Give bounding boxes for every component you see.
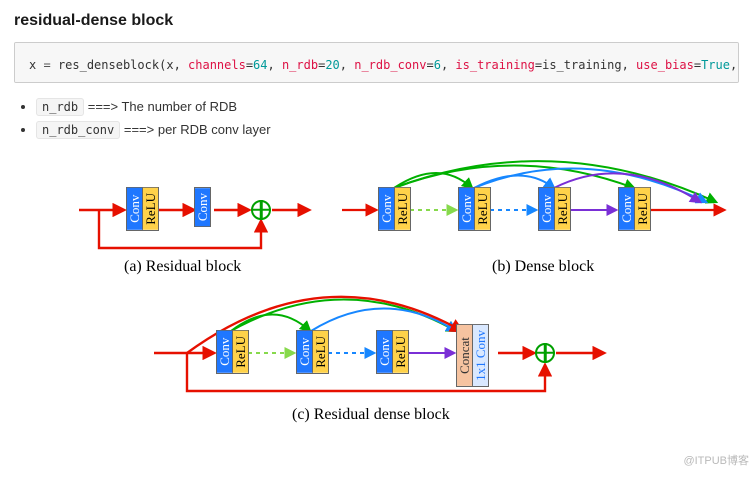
param-val-3: is_training bbox=[542, 58, 621, 72]
code-arg0: x bbox=[166, 58, 173, 72]
conv-label: Conv bbox=[297, 331, 313, 373]
conv-block: Conv bbox=[194, 187, 211, 227]
page-title: residual-dense block bbox=[14, 12, 739, 30]
watermark: @ITPUB博客 bbox=[683, 452, 749, 468]
concat-1x1conv-block: Concat 1x1 Conv bbox=[456, 324, 489, 387]
bullet-item: n_rdb ===> The number of RDB bbox=[36, 97, 739, 117]
relu-label: ReLU bbox=[233, 331, 248, 373]
param-val-1: 20 bbox=[325, 58, 339, 72]
conv-label: Conv bbox=[619, 188, 635, 230]
param-val-2: 6 bbox=[434, 58, 441, 72]
conv-relu-block: Conv ReLU bbox=[378, 187, 411, 231]
conv-relu-block: Conv ReLU bbox=[538, 187, 571, 231]
conv-label: Conv bbox=[379, 188, 395, 230]
conv-label: Conv bbox=[377, 331, 393, 373]
inline-code: n_rdb_conv bbox=[36, 121, 120, 139]
conv-label: Conv bbox=[195, 188, 210, 226]
code-block[interactable]: x = res_denseblock(x, channels=64, n_rdb… bbox=[14, 42, 739, 83]
inline-code: n_rdb bbox=[36, 98, 84, 116]
param-name-2: n_rdb_conv bbox=[354, 58, 426, 72]
code-assign: = bbox=[43, 58, 50, 72]
bullet-text: ===> per RDB conv layer bbox=[120, 122, 270, 137]
conv-relu-block: Conv ReLU bbox=[216, 330, 249, 374]
param-name-0: channels bbox=[188, 58, 246, 72]
caption-a: (a) Residual block bbox=[124, 258, 241, 276]
relu-label: ReLU bbox=[143, 188, 158, 230]
oneone-label: 1x1 Conv bbox=[473, 325, 488, 386]
relu-label: ReLU bbox=[635, 188, 650, 230]
conv-label: Conv bbox=[459, 188, 475, 230]
relu-label: ReLU bbox=[393, 331, 408, 373]
param-val-4: True bbox=[701, 58, 730, 72]
conv-relu-block: Conv ReLU bbox=[458, 187, 491, 231]
param-name-3: is_training bbox=[455, 58, 534, 72]
relu-label: ReLU bbox=[555, 188, 570, 230]
param-val-0: 64 bbox=[253, 58, 267, 72]
param-name-4: use_bias bbox=[636, 58, 694, 72]
conv-label: Conv bbox=[127, 188, 143, 230]
plus-icon bbox=[251, 200, 271, 220]
conv-label: Conv bbox=[217, 331, 233, 373]
conv-relu-block: Conv ReLU bbox=[126, 187, 159, 231]
conv-relu-block: Conv ReLU bbox=[376, 330, 409, 374]
diagram-figure: Conv ReLU Conv (a) Residual block Conv R… bbox=[24, 158, 729, 458]
relu-label: ReLU bbox=[395, 188, 410, 230]
caption-b: (b) Dense block bbox=[492, 258, 594, 276]
code-fn: res_denseblock bbox=[58, 58, 159, 72]
bullet-list: n_rdb ===> The number of RDB n_rdb_conv … bbox=[18, 97, 739, 140]
relu-label: ReLU bbox=[475, 188, 490, 230]
plus-icon bbox=[535, 343, 555, 363]
conv-relu-block: Conv ReLU bbox=[296, 330, 329, 374]
bullet-text: ===> The number of RDB bbox=[84, 99, 237, 114]
conv-label: Conv bbox=[539, 188, 555, 230]
conv-relu-block: Conv ReLU bbox=[618, 187, 651, 231]
caption-c: (c) Residual dense block bbox=[292, 406, 450, 424]
concat-label: Concat bbox=[457, 325, 473, 386]
code-var: x bbox=[29, 58, 36, 72]
bullet-item: n_rdb_conv ===> per RDB conv layer bbox=[36, 120, 739, 140]
relu-label: ReLU bbox=[313, 331, 328, 373]
param-name-1: n_rdb bbox=[282, 58, 318, 72]
